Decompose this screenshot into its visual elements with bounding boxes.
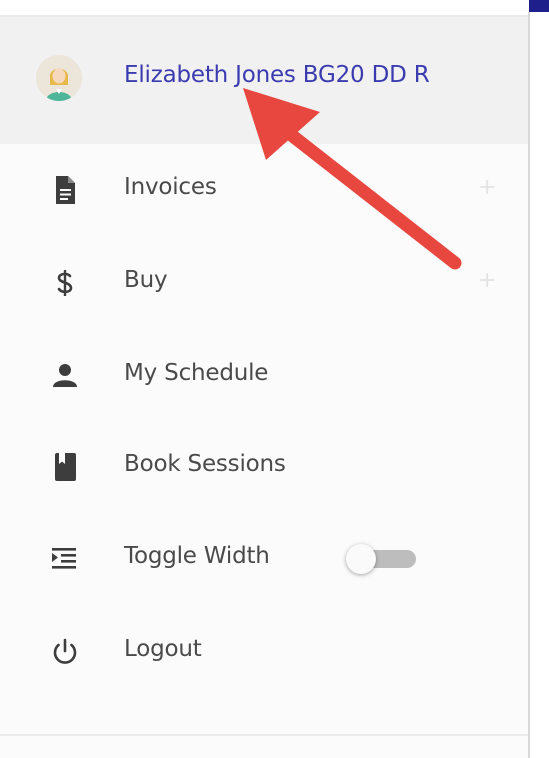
dollar-icon: [57, 270, 73, 296]
sidebar-right-border: [528, 12, 530, 758]
bottom-divider: [0, 734, 528, 736]
menu-item-label: My Schedule: [124, 360, 269, 386]
toggle-knob[interactable]: [346, 544, 376, 574]
menu-item-label: Buy: [124, 267, 168, 293]
book-icon: [55, 453, 76, 481]
top-accent-bar: [529, 0, 549, 12]
profile-name[interactable]: Elizabeth Jones BG20 DD R: [124, 62, 430, 88]
profile-header[interactable]: Elizabeth Jones BG20 DD R: [0, 17, 528, 144]
sidebar-menu: Elizabeth Jones BG20 DD R Invoices + Buy…: [0, 17, 528, 758]
menu-item-label: Book Sessions: [124, 451, 286, 477]
menu-item-book-sessions[interactable]: Book Sessions: [0, 432, 528, 502]
user-avatar-icon: [36, 55, 82, 101]
expand-plus-icon[interactable]: +: [478, 175, 496, 200]
menu-item-buy[interactable]: Buy +: [0, 248, 528, 318]
menu-item-label: Toggle Width: [124, 543, 270, 569]
indent-icon: [52, 548, 76, 569]
person-icon: [53, 364, 77, 387]
expand-plus-icon[interactable]: +: [478, 268, 496, 293]
menu-item-label: Logout: [124, 636, 202, 662]
menu-item-my-schedule[interactable]: My Schedule: [0, 341, 528, 411]
avatar[interactable]: [36, 55, 82, 101]
toggle-width-switch[interactable]: [340, 542, 418, 576]
menu-item-label: Invoices: [124, 174, 217, 200]
menu-item-toggle-width[interactable]: Toggle Width: [0, 524, 528, 594]
document-icon: [56, 176, 75, 204]
power-icon: [53, 638, 77, 664]
menu-item-logout[interactable]: Logout: [0, 617, 528, 687]
app-screen: Elizabeth Jones BG20 DD R Invoices + Buy…: [0, 0, 549, 758]
menu-item-invoices[interactable]: Invoices +: [0, 155, 528, 225]
